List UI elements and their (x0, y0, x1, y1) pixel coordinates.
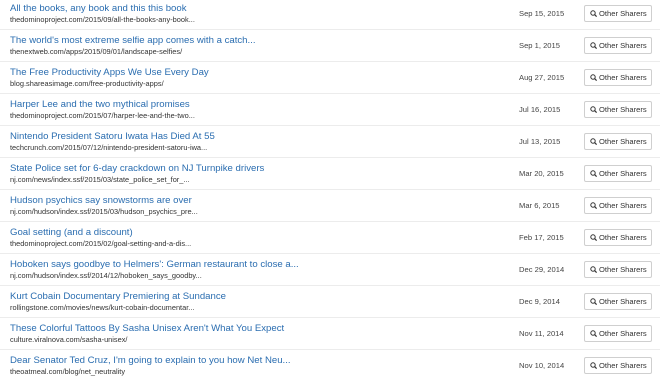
search-icon (590, 138, 597, 145)
list-item: Hudson psychics say snowstorms are over … (0, 190, 660, 222)
share-date: Nov 11, 2014 (519, 329, 564, 338)
article-title-link[interactable]: The world's most extreme selfie app come… (10, 35, 256, 47)
article-url: thedominoproject.com/2015/09/all-the-boo… (10, 15, 195, 24)
list-item: Nintendo President Satoru Iwata Has Died… (0, 126, 660, 158)
other-sharers-button[interactable]: Other Sharers (584, 261, 652, 278)
search-icon (590, 10, 597, 17)
list-item: Hoboken says goodbye to Helmers': German… (0, 254, 660, 286)
other-sharers-label: Other Sharers (599, 73, 647, 82)
list-item: Goal setting (and a discount) thedominop… (0, 222, 660, 254)
share-date: Jul 16, 2015 (519, 105, 561, 114)
article-url: blog.shareasimage.com/free-productivity-… (10, 79, 164, 88)
other-sharers-label: Other Sharers (599, 233, 647, 242)
article-title-link[interactable]: Dear Senator Ted Cruz, I'm going to expl… (10, 355, 291, 367)
article-title-link[interactable]: Kurt Cobain Documentary Premiering at Su… (10, 291, 226, 303)
search-icon (590, 362, 597, 369)
search-icon (590, 266, 597, 273)
other-sharers-button[interactable]: Other Sharers (584, 197, 652, 214)
search-icon (590, 106, 597, 113)
article-title-link[interactable]: Nintendo President Satoru Iwata Has Died… (10, 131, 215, 143)
article-url: theoatmeal.com/blog/net_neutrality (10, 367, 126, 376)
share-date: Mar 20, 2015 (519, 169, 564, 178)
article-title-link[interactable]: The Free Productivity Apps We Use Every … (10, 67, 209, 79)
article-title-link[interactable]: Harper Lee and the two mythical promises (10, 99, 190, 111)
other-sharers-button[interactable]: Other Sharers (584, 229, 652, 246)
list-item: State Police set for 6-day crackdown on … (0, 158, 660, 190)
share-date: Aug 27, 2015 (519, 73, 565, 82)
share-date: Nov 10, 2014 (519, 361, 565, 370)
other-sharers-label: Other Sharers (599, 297, 647, 306)
article-url: nj.com/hudson/index.ssf/2014/12/hoboken_… (10, 271, 202, 280)
search-icon (590, 42, 597, 49)
list-item: The Free Productivity Apps We Use Every … (0, 62, 660, 94)
article-url: thenextweb.com/apps/2015/09/01/landscape… (10, 47, 183, 56)
list-item: Harper Lee and the two mythical promises… (0, 94, 660, 126)
other-sharers-label: Other Sharers (599, 41, 647, 50)
other-sharers-button[interactable]: Other Sharers (584, 101, 652, 118)
search-icon (590, 298, 597, 305)
other-sharers-label: Other Sharers (599, 137, 647, 146)
article-url: culture.viralnova.com/sasha-unisex/ (10, 335, 128, 344)
share-date: Dec 9, 2014 (519, 297, 560, 306)
other-sharers-button[interactable]: Other Sharers (584, 69, 652, 86)
other-sharers-label: Other Sharers (599, 201, 647, 210)
other-sharers-button[interactable]: Other Sharers (584, 133, 652, 150)
list-item: These Colorful Tattoos By Sasha Unisex A… (0, 318, 660, 350)
search-icon (590, 74, 597, 81)
article-url: nj.com/news/index.ssf/2015/03/state_poli… (10, 175, 190, 184)
search-icon (590, 170, 597, 177)
other-sharers-label: Other Sharers (599, 169, 647, 178)
search-icon (590, 330, 597, 337)
article-url: techcrunch.com/2015/07/12/nintendo-presi… (10, 143, 208, 152)
other-sharers-button[interactable]: Other Sharers (584, 165, 652, 182)
other-sharers-label: Other Sharers (599, 9, 647, 18)
search-icon (590, 202, 597, 209)
other-sharers-button[interactable]: Other Sharers (584, 5, 652, 22)
other-sharers-button[interactable]: Other Sharers (584, 293, 652, 310)
other-sharers-button[interactable]: Other Sharers (584, 37, 652, 54)
list-item: Kurt Cobain Documentary Premiering at Su… (0, 286, 660, 318)
article-url: nj.com/hudson/index.ssf/2015/03/hudson_p… (10, 207, 198, 216)
list-item: Dear Senator Ted Cruz, I'm going to expl… (0, 350, 660, 382)
article-title-link[interactable]: State Police set for 6-day crackdown on … (10, 163, 264, 175)
article-title-link[interactable]: These Colorful Tattoos By Sasha Unisex A… (10, 323, 284, 335)
share-date: Sep 1, 2015 (519, 41, 560, 50)
search-icon (590, 234, 597, 241)
other-sharers-label: Other Sharers (599, 361, 647, 370)
share-date: Jul 13, 2015 (519, 137, 561, 146)
other-sharers-button[interactable]: Other Sharers (584, 357, 652, 374)
article-url: rollingstone.com/movies/news/kurt-cobain… (10, 303, 195, 312)
article-title-link[interactable]: All the books, any book and this this bo… (10, 3, 187, 15)
list-item: The world's most extreme selfie app come… (0, 30, 660, 62)
list-item: All the books, any book and this this bo… (0, 0, 660, 30)
article-url: thedominoproject.com/2015/07/harper-lee-… (10, 111, 195, 120)
article-title-link[interactable]: Hudson psychics say snowstorms are over (10, 195, 192, 207)
share-date: Feb 17, 2015 (519, 233, 564, 242)
share-date: Dec 29, 2014 (519, 265, 565, 274)
share-date: Sep 15, 2015 (519, 9, 565, 18)
shared-links-list: All the books, any book and this this bo… (0, 0, 660, 380)
article-url: thedominoproject.com/2015/02/goal-settin… (10, 239, 192, 248)
other-sharers-label: Other Sharers (599, 329, 647, 338)
other-sharers-label: Other Sharers (599, 105, 647, 114)
other-sharers-button[interactable]: Other Sharers (584, 325, 652, 342)
other-sharers-label: Other Sharers (599, 265, 647, 274)
article-title-link[interactable]: Goal setting (and a discount) (10, 227, 133, 239)
article-title-link[interactable]: Hoboken says goodbye to Helmers': German… (10, 259, 299, 271)
share-date: Mar 6, 2015 (519, 201, 560, 210)
